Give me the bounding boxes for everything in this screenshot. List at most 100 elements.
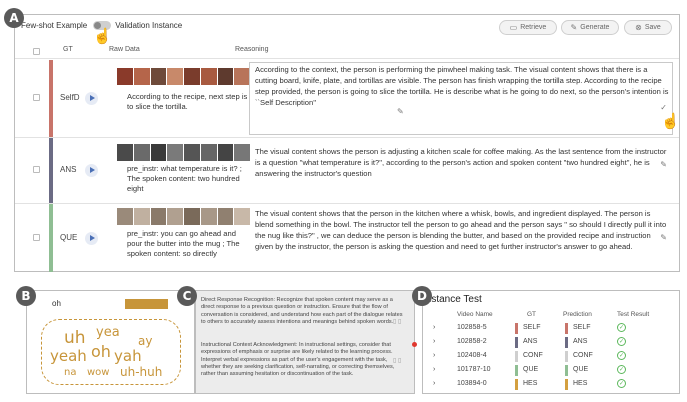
row-reasoning-text[interactable]: According to the context, the person is …: [255, 64, 670, 108]
test-row[interactable]: › 101787-10 QUE QUE ✓: [423, 363, 679, 377]
video-name: 102858-2: [457, 338, 487, 345]
check-circle-icon: ✓: [617, 379, 626, 388]
pred-label: HES: [573, 380, 588, 387]
panel-d: Instance Test Video Name GT Prediction T…: [422, 290, 680, 394]
validation-label[interactable]: Validation Instance: [115, 21, 182, 30]
generate-label: Generate: [580, 24, 610, 31]
header-gt: GT: [63, 46, 73, 53]
active-rule-dot: [412, 342, 417, 347]
row-gt-label: QUE: [60, 233, 78, 242]
row-reasoning-text[interactable]: The visual content shows that the person…: [255, 208, 670, 252]
select-all-checkbox[interactable]: [33, 48, 40, 55]
table-row: SelfD According to the recipe, next step…: [15, 60, 680, 138]
row-raw-text: pre_instr: you can go ahead and pour the…: [127, 229, 240, 258]
row-reasoning-text[interactable]: The visual content shows the person is a…: [255, 146, 670, 179]
badge-b: B: [16, 286, 36, 306]
retrieve-icon: ▭: [509, 23, 518, 32]
panel-a: Few-shot Example Validation Instance ☝ ▭…: [14, 14, 680, 272]
row-gt-label: SelfD: [60, 93, 80, 102]
pred-color-chip: [565, 337, 568, 348]
table-row: QUE pre_instr: you can go ahead and pour…: [15, 204, 679, 272]
cloud-word: uh: [64, 328, 86, 348]
rule-item[interactable]: Direct Response Recognition: Recognize t…: [201, 297, 404, 326]
play-icon[interactable]: [85, 164, 98, 177]
expand-chevron-icon[interactable]: ›: [433, 338, 435, 345]
save-icon: ⊗: [635, 23, 642, 32]
gt-label: CONF: [523, 352, 543, 359]
row-gt-label: ANS: [60, 165, 77, 174]
video-thumbnail-strip[interactable]: [117, 144, 251, 161]
expand-chevron-icon[interactable]: ›: [433, 380, 435, 387]
frequency-bar[interactable]: [125, 299, 168, 309]
toolbar: Few-shot Example Validation Instance ☝ ▭…: [15, 15, 679, 45]
cloud-word: wow: [87, 367, 110, 378]
badge-a: A: [4, 8, 24, 28]
row-checkbox[interactable]: [33, 234, 40, 241]
few-shot-label[interactable]: Few-shot Example: [21, 21, 87, 30]
check-circle-icon: ✓: [617, 323, 626, 332]
video-name: 101787-10: [457, 366, 491, 373]
test-row[interactable]: › 102408-4 CONF CONF ✓: [423, 349, 679, 363]
expand-chevron-icon[interactable]: ›: [433, 366, 435, 373]
retrieve-button[interactable]: ▭ Retrieve: [499, 20, 557, 35]
rule-edit-delete-icon[interactable]: ▯ ▯: [393, 357, 401, 364]
gt-color-chip: [515, 379, 518, 390]
row-color-bar: [49, 60, 53, 137]
gt-label: HES: [523, 380, 538, 387]
row-color-bar: [49, 204, 53, 272]
table-row: ANS pre_instr: what temperature is it? ;…: [15, 138, 679, 204]
gt-color-chip: [515, 337, 518, 348]
confirm-check-icon[interactable]: ✓: [660, 103, 667, 112]
row-color-bar: [49, 138, 53, 203]
header-raw: Raw Data: [109, 46, 140, 53]
check-circle-icon: ✓: [617, 337, 626, 346]
expand-chevron-icon[interactable]: ›: [433, 324, 435, 331]
pred-label: SELF: [573, 324, 591, 331]
cloud-word: uh-huh: [120, 365, 163, 379]
save-button[interactable]: ⊗ Save: [624, 20, 672, 35]
row-checkbox[interactable]: [33, 94, 40, 101]
header-reasoning: Reasoning: [235, 46, 269, 53]
test-row[interactable]: › 102858-5 SELF SELF ✓: [423, 321, 679, 335]
row-raw-text: pre_instr: what temperature is it? ; The…: [127, 164, 242, 193]
badge-c: C: [177, 286, 197, 306]
video-thumbnail-strip[interactable]: [117, 208, 251, 225]
edit-icon[interactable]: ✎: [660, 160, 667, 169]
video-name: 102858-5: [457, 324, 487, 331]
header-prediction: Prediction: [563, 311, 592, 318]
gt-color-chip: [515, 323, 518, 334]
edit-icon[interactable]: ✎: [660, 233, 667, 242]
hand-cursor-icon: ☝: [661, 113, 680, 130]
retrieve-label: Retrieve: [520, 24, 547, 31]
row-checkbox[interactable]: [33, 166, 40, 173]
video-name: 103894-0: [457, 380, 487, 387]
pred-color-chip: [565, 379, 568, 390]
table-header: GT Raw Data Reasoning: [15, 45, 679, 59]
check-circle-icon: ✓: [617, 365, 626, 374]
cloud-word: na: [64, 367, 77, 378]
gt-color-chip: [515, 365, 518, 376]
pred-label: CONF: [573, 352, 593, 359]
cloud-word: yah: [114, 347, 142, 365]
gt-color-chip: [515, 351, 518, 362]
test-row[interactable]: › 102858-2 ANS ANS ✓: [423, 335, 679, 349]
video-thumbnail-strip[interactable]: [117, 68, 251, 85]
pred-color-chip: [565, 323, 568, 334]
check-circle-icon: ✓: [617, 351, 626, 360]
header-gt: GT: [527, 311, 537, 318]
pen-icon: ✎: [397, 107, 404, 116]
badge-d: D: [412, 286, 432, 306]
cloud-word: yea: [96, 325, 120, 340]
play-icon[interactable]: [85, 232, 98, 245]
save-label: Save: [644, 24, 661, 31]
test-row[interactable]: › 103894-0 HES HES ✓: [423, 377, 679, 391]
hand-cursor-icon: ☝: [93, 28, 112, 45]
cloud-word: ay: [138, 334, 153, 348]
play-icon[interactable]: [85, 92, 98, 105]
rule-item[interactable]: Instructional Context Acknowledgment: In…: [201, 342, 404, 378]
gt-label: ANS: [523, 338, 538, 345]
expand-chevron-icon[interactable]: ›: [433, 352, 435, 359]
rule-edit-delete-icon[interactable]: ▯ ▯: [393, 318, 401, 325]
header-video-name: Video Name: [457, 311, 493, 318]
generate-button[interactable]: ✎ Generate: [561, 20, 619, 35]
